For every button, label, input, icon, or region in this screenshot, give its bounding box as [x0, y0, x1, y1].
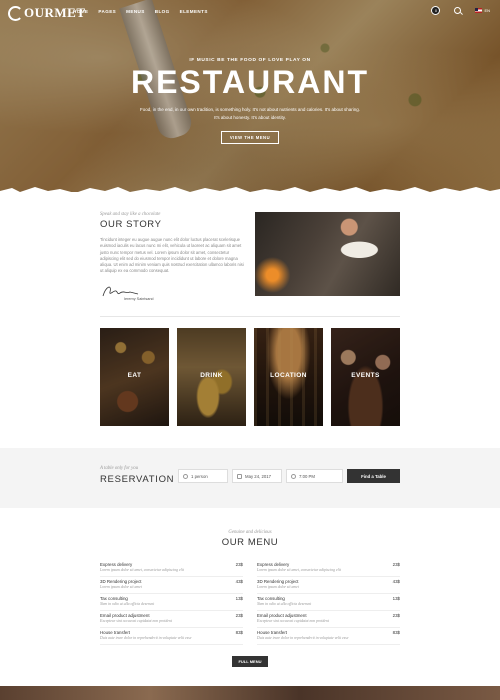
- tile-events[interactable]: EVENTS: [331, 328, 400, 426]
- dish-price: 83$: [392, 630, 400, 635]
- tile-location-label: LOCATION: [270, 372, 307, 379]
- nav-pages[interactable]: PAGES: [98, 9, 116, 14]
- time-value: 7:00 PM: [299, 473, 316, 479]
- tile-events-label: EVENTS: [351, 372, 380, 379]
- clock-icon: [291, 473, 296, 479]
- top-navigation: OURMET HOME PAGES MENUS BLOG ELEMENTS 0 …: [0, 0, 500, 26]
- dish-description: Duis aute irure dolor in reprehenderit i…: [100, 636, 192, 640]
- dish-description: Lorem ipsum dolor sit amet: [257, 585, 299, 589]
- menu-item: Tax consulting 13$ Nam in odio ut ulla off…: [100, 594, 243, 611]
- chef-photo: [255, 212, 400, 296]
- tile-drink-label: DRINK: [200, 372, 223, 379]
- dish-name: House transfert: [100, 630, 131, 635]
- tile-eat[interactable]: EAT: [100, 328, 169, 426]
- search-icon[interactable]: [454, 7, 462, 14]
- dish-name: 3D Rendering project: [257, 579, 299, 584]
- menu-item: Express delivery 23$ Lorem ipsum dolor sit…: [257, 560, 400, 577]
- time-field[interactable]: 7:00 PM: [286, 469, 343, 483]
- flag-icon: [475, 8, 483, 13]
- hero-content: IF MUSIC BE THE FOOD OF LOVE PLAY ON RES…: [0, 58, 500, 144]
- hero-text: Food, in the end, in our own tradition, …: [140, 107, 361, 120]
- menu-item: 3D Rendering project 43$ Lorem ipsum dolor…: [257, 577, 400, 594]
- menu-item: Express delivery 23$ Lorem ipsum dolor sit…: [100, 560, 243, 577]
- dish-name: Email product adjustment: [100, 613, 150, 618]
- tile-drink[interactable]: DRINK: [177, 328, 246, 426]
- dish-price: 23$: [392, 562, 400, 567]
- dish-description: Lorem ipsum dolor sit amet, consectetur …: [257, 568, 341, 572]
- dish-price: 23$: [235, 562, 243, 567]
- tile-location[interactable]: LOCATION: [254, 328, 323, 426]
- logo-mark-icon: [8, 5, 23, 21]
- persons-value: 1 person: [191, 473, 208, 479]
- dish-name: Tax consulting: [257, 596, 285, 601]
- menu-item: House transfert 83$ Duis aute irure dolor …: [257, 628, 400, 645]
- person-icon: [183, 473, 188, 479]
- dish-name: Express delivery: [257, 562, 290, 567]
- reservation-script: A table only for you: [100, 466, 139, 471]
- reservation-section: A table only for you RESERVATION 1 perso…: [0, 448, 500, 508]
- nav-home[interactable]: HOME: [73, 9, 88, 14]
- dish-description: Excepteur sint occaecat cupidatat non pr…: [257, 619, 329, 623]
- date-value: May 24, 2017: [245, 473, 272, 479]
- tile-eat-label: EAT: [127, 372, 142, 379]
- language-switcher[interactable]: EN: [475, 8, 490, 13]
- dish-name: Express delivery: [100, 562, 133, 567]
- hero-title: RESTAURANT: [130, 64, 370, 100]
- menu-list: Express delivery 23$ Lorem ipsum dolor sit…: [100, 560, 400, 645]
- menu-item: Tax consulting 13$ Nam in odio ut ulla off…: [257, 594, 400, 611]
- dish-name: 3D Rendering project: [100, 579, 142, 584]
- dish-description: Lorem ipsum dolor sit amet, consectetur …: [100, 568, 184, 572]
- story-text: Tincidunt integer eu augue augue nunc el…: [100, 237, 244, 274]
- calendar-icon: [237, 473, 242, 479]
- nav-menus[interactable]: MENUS: [126, 9, 145, 14]
- reservation-title: RESERVATION: [100, 474, 175, 485]
- nav-elements[interactable]: ELEMENTS: [180, 9, 208, 14]
- dish-name: Tax consulting: [100, 596, 128, 601]
- dish-price: 83$: [235, 630, 243, 635]
- cart-icon[interactable]: 0: [431, 6, 441, 15]
- dish-description: Nam in odio ut ulla officia deserunt: [257, 602, 312, 606]
- menu-script: Genuine and delicious: [228, 530, 272, 535]
- persons-select[interactable]: 1 person: [178, 469, 228, 483]
- view-menu-button[interactable]: VIEW THE MENU: [220, 131, 280, 144]
- dish-name: Email product adjustment: [257, 613, 307, 618]
- dish-description: Duis aute irure dolor in reprehenderit i…: [257, 636, 349, 640]
- menu-item: Email product adjustment 23$ Excepteur sin…: [257, 611, 400, 628]
- menu-header: Genuine and delicious OUR MENU: [0, 530, 500, 548]
- dish-price: 43$: [392, 579, 400, 584]
- dish-price: 23$: [235, 613, 243, 618]
- menu-item: 3D Rendering project 43$ Lorem ipsum dolor…: [100, 577, 243, 594]
- torn-edge-divider: [0, 187, 500, 199]
- date-field[interactable]: May 24, 2017: [232, 469, 282, 483]
- cart-count: 0: [434, 8, 438, 13]
- menu-column-left: Express delivery 23$ Lorem ipsum dolor sit…: [100, 560, 243, 645]
- dish-description: Excepteur sint occaecat cupidatat non pr…: [100, 619, 172, 623]
- main-menu: HOME PAGES MENUS BLOG ELEMENTS: [73, 9, 208, 14]
- dish-price: 43$: [235, 579, 243, 584]
- language-label: EN: [484, 8, 490, 13]
- nav-blog[interactable]: BLOG: [155, 9, 170, 14]
- nav-utilities: 0 EN: [431, 6, 490, 15]
- our-story-section: Speak and stay like a chocolate OUR STOR…: [100, 212, 400, 302]
- menu-item: House transfert 83$ Duis aute irure dolor …: [100, 628, 243, 645]
- signature-name: Ieremy Saintsand: [124, 297, 154, 301]
- full-menu-button[interactable]: FULL MENU: [232, 656, 268, 667]
- dish-price: 13$: [392, 596, 400, 601]
- dish-description: Nam in odio ut ulla officia deserunt: [100, 602, 155, 606]
- menu-item: Email product adjustment 23$ Excepteur sin…: [100, 611, 243, 628]
- dish-description: Lorem ipsum dolor sit amet: [100, 585, 142, 589]
- dish-price: 23$: [392, 613, 400, 618]
- find-table-button[interactable]: Find a Table: [347, 469, 400, 483]
- menu-column-right: Express delivery 23$ Lorem ipsum dolor sit…: [257, 560, 400, 645]
- dish-price: 13$: [235, 596, 243, 601]
- hero-kicker: IF MUSIC BE THE FOOD OF LOVE PLAY ON: [189, 58, 311, 63]
- footer-image-strip: [0, 686, 500, 700]
- section-divider: [100, 316, 400, 317]
- category-tiles: EAT DRINK LOCATION EVENTS: [100, 328, 400, 426]
- menu-title: OUR MENU: [221, 537, 279, 548]
- dish-name: House transfert: [257, 630, 288, 635]
